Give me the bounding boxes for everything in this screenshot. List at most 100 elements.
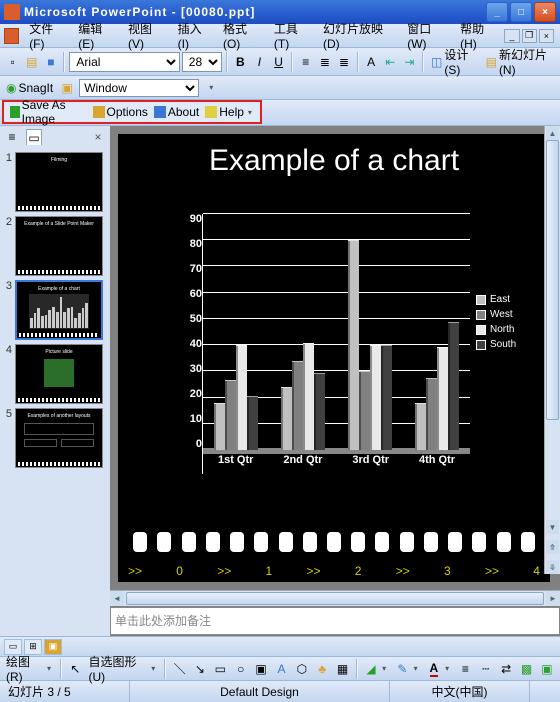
rectangle-button[interactable]: ▭ [211,659,229,679]
addin-dropdown-icon[interactable]: ▾ [248,108,256,117]
doc-close-button[interactable]: × [539,29,554,43]
horizontal-scrollbar[interactable]: ◄ ► [110,590,560,606]
scroll-down-icon[interactable]: ▼ [546,520,559,534]
scroll-thumb[interactable] [126,592,544,605]
align-left-button[interactable]: ≡ [297,52,314,72]
vertical-scrollbar[interactable]: ▲ ▼ ⤊ ⤋ [544,126,560,574]
increase-indent-button[interactable]: ⇥ [401,52,418,72]
thumb-5[interactable]: Examples of another layouts [15,408,103,468]
dash-style-icon: ┄ [482,662,489,676]
thumb-3[interactable]: Example of a chart [15,280,103,340]
menu-file[interactable]: 文件(F) [23,18,72,53]
italic-button[interactable]: I [251,52,268,72]
bar [426,378,437,450]
doc-restore-button[interactable]: ❐ [522,29,537,43]
scroll-up-icon[interactable]: ▲ [546,126,559,140]
slides-tab[interactable]: ▭ [26,129,42,145]
sprocket [303,532,317,552]
snagit-toolbar: ◉SnagIt ▣ Window ▾ [0,76,560,100]
bold-button[interactable]: B [232,52,249,72]
slideshow-view-button[interactable]: ▣ [44,639,62,655]
menu-insert[interactable]: 插入(I) [172,18,217,53]
maximize-button[interactable]: □ [510,2,532,22]
fill-color-button[interactable]: ◢ [362,659,380,679]
y-tick: 40 [190,339,202,350]
help-button[interactable]: Help [203,105,246,119]
font-name-select[interactable]: Arial [69,52,179,72]
diagram-button[interactable]: ⬡ [293,659,311,679]
save-as-image-button[interactable]: Save As Image [8,98,89,126]
font-size-select[interactable]: 28 [182,52,222,72]
shadow-button[interactable]: ▩ [517,659,535,679]
line-button[interactable]: ＼ [170,659,188,679]
autoshapes-menu[interactable]: 自选图形(U) [86,653,149,684]
menu-tools[interactable]: 工具(T) [268,18,317,53]
menu-format[interactable]: 格式(O) [217,18,268,53]
draw-menu[interactable]: 绘图(R) [4,653,45,684]
dash-style-button[interactable]: ┄ [477,659,495,679]
line-icon: ＼ [174,660,186,677]
numbering-button[interactable]: ≣ [316,52,333,72]
thumb-1[interactable]: Filming [15,152,103,212]
new-button[interactable]: ▫ [4,52,21,72]
thumb-title: Examples of another layouts [16,413,102,419]
thumb-2[interactable]: Example of a Slide Point Maker [15,216,103,276]
addin-toolbar-wrap: Save As Image Options About Help ▾ [0,100,560,126]
bullets-button[interactable]: ≣ [335,52,352,72]
bar [348,240,359,450]
increase-font-button[interactable]: A [363,52,380,72]
scroll-left-icon[interactable]: ◄ [110,591,124,606]
arrow-button[interactable]: ↘ [191,659,209,679]
scroll-thumb[interactable] [546,140,559,420]
3d-button[interactable]: ▣ [538,659,556,679]
rectangle-icon: ▭ [215,662,226,676]
prev-slide-icon[interactable]: ⤊ [546,540,559,554]
doc-minimize-button[interactable]: _ [504,29,519,43]
font-color-button[interactable]: A [425,659,443,679]
snagit-button[interactable]: ◉SnagIt [4,80,55,96]
status-slide: 幻灯片 3 / 5 [0,681,130,702]
menu-slideshow[interactable]: 幻灯片放映(D) [317,18,401,53]
save-button[interactable]: ■ [42,52,59,72]
toolbar-dropdown-icon[interactable]: ▾ [209,83,219,92]
snagit-window-button[interactable]: ▣ [57,78,77,98]
clipart-button[interactable]: ♣ [313,659,331,679]
line-color-button[interactable]: ✎ [393,659,411,679]
design-button[interactable]: ◫设计(S) [428,52,481,72]
open-button[interactable]: ▤ [23,52,40,72]
bar [247,396,258,450]
decrease-indent-button[interactable]: ⇤ [382,52,399,72]
window-icon: ▣ [62,81,73,95]
statusbar: 幻灯片 3 / 5 Default Design 中文(中国) [0,680,560,702]
x-axis: 1st Qtr2nd Qtr3rd Qtr4th Qtr [203,454,470,474]
doc-icon[interactable] [4,28,19,44]
view-buttons: ▭ ⊞ ▣ [0,636,560,656]
menu-edit[interactable]: 编辑(E) [72,18,122,53]
about-button[interactable]: About [152,105,201,119]
outline-tab[interactable]: ≡ [4,129,20,145]
picture-button[interactable]: ▦ [333,659,351,679]
timeline-marker: >> [217,564,231,578]
close-button[interactable]: × [534,2,556,22]
slide-canvas[interactable]: Example of a chart 9080706050403020100 1… [110,126,560,590]
line-style-button[interactable]: ≡ [456,659,474,679]
timeline-marker: 4 [533,564,540,578]
close-pane-button[interactable]: × [90,129,106,145]
underline-button[interactable]: U [270,52,287,72]
next-slide-icon[interactable]: ⤋ [546,560,559,574]
oval-button[interactable]: ○ [232,659,250,679]
new-slide-button[interactable]: ▤新幻灯片(N) [483,52,556,72]
thumbnail-list[interactable]: 1Filming 2Example of a Slide Point Maker… [0,148,110,636]
thumb-4[interactable]: Picture slide [15,344,103,404]
menu-view[interactable]: 视图(V) [122,18,172,53]
snagit-target-select[interactable]: Window [79,79,199,97]
options-button[interactable]: Options [91,105,150,119]
scroll-right-icon[interactable]: ► [546,591,560,606]
wordart-button[interactable]: A [272,659,290,679]
textbox-button[interactable]: ▣ [252,659,270,679]
arrow-style-button[interactable]: ⇄ [497,659,515,679]
notes-pane[interactable]: 单击此处添加备注 [110,607,560,635]
y-tick: 70 [190,264,202,275]
select-button[interactable]: ↖ [66,659,84,679]
bar-groups [203,214,470,450]
